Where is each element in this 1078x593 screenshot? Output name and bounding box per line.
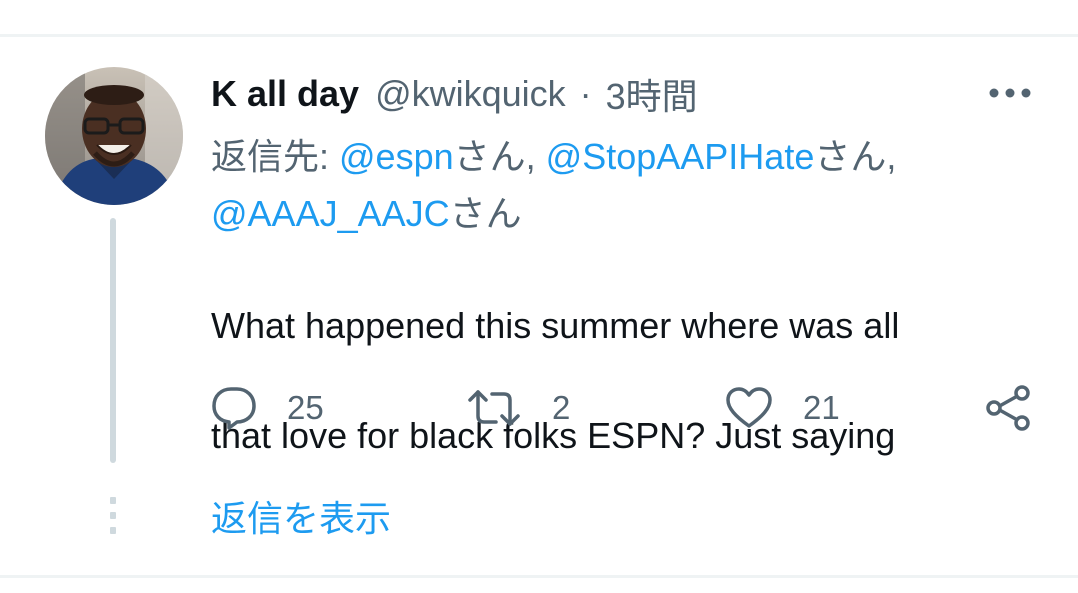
- reply-to-label: 返信先:: [211, 136, 340, 177]
- thread-line: [110, 218, 116, 463]
- replying-to: 返信先: @espnさん, @StopAAPIHateさん, @AAAJ_AAJ…: [211, 128, 1031, 242]
- mention-separator: ,: [525, 136, 546, 177]
- avatar-photo: [45, 67, 183, 205]
- retweet-count: 2: [552, 389, 571, 426]
- share-icon: [986, 385, 1030, 431]
- like-count: 21: [803, 389, 840, 426]
- mention-link[interactable]: @espn: [339, 136, 454, 177]
- retweet-icon: [468, 390, 520, 426]
- reply-button[interactable]: 25: [211, 382, 324, 434]
- heart-icon: [726, 387, 772, 428]
- user-handle[interactable]: @kwikquick: [375, 73, 566, 115]
- honorific: さん: [814, 136, 887, 177]
- retweet-button[interactable]: 2: [466, 382, 570, 434]
- tweet-header: K all day @kwikquick · 3時間: [211, 70, 698, 118]
- tweet-text-line: What happened this summer where was all: [211, 305, 900, 346]
- thread-continuation-dots: [110, 497, 116, 534]
- tweet-text: What happened this summer where was all …: [211, 243, 1041, 518]
- more-options-button[interactable]: [985, 80, 1035, 106]
- header-separator: ·: [579, 73, 592, 114]
- more-horizontal-icon: [989, 88, 1031, 98]
- honorific: さん: [453, 136, 526, 177]
- honorific: さん: [449, 193, 522, 234]
- tweet-text-line: that love for black folks ESPN? Just say…: [211, 415, 896, 456]
- top-divider: [0, 34, 1078, 37]
- share-button[interactable]: [984, 382, 1032, 434]
- mention-link[interactable]: @StopAAPIHate: [546, 136, 815, 177]
- display-name[interactable]: K all day: [211, 73, 359, 115]
- show-replies-link[interactable]: 返信を表示: [211, 495, 391, 543]
- reply-count: 25: [287, 389, 324, 426]
- reply-bubble-icon: [212, 387, 256, 430]
- tweet-timestamp[interactable]: 3時間: [606, 68, 698, 120]
- mention-link[interactable]: @AAAJ_AAJC: [211, 193, 450, 234]
- like-button[interactable]: 21: [725, 382, 840, 434]
- mention-separator: ,: [886, 136, 897, 177]
- bottom-divider: [0, 575, 1078, 578]
- avatar[interactable]: [45, 67, 183, 205]
